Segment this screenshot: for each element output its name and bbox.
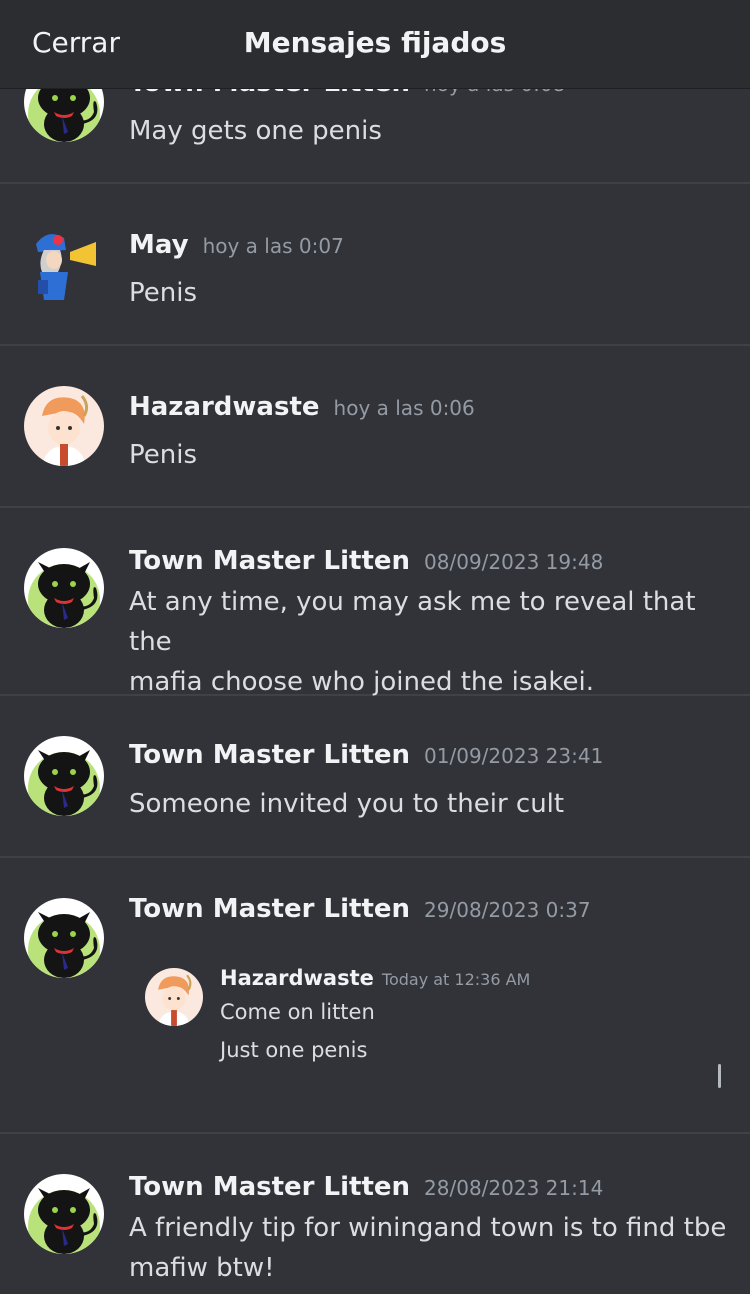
message-timestamp: 28/08/2023 21:14 [424,1176,604,1200]
message-text: Penis [129,435,729,475]
author-name[interactable]: Town Master Litten [129,894,410,924]
message-timestamp: 08/09/2023 19:48 [424,550,604,574]
message-line: mafiw btw! [129,1253,275,1283]
quoted-line: Come on litten [220,1000,375,1024]
scrollbar[interactable] [718,1064,721,1088]
avatar[interactable] [24,736,104,816]
quoted-avatar[interactable] [145,968,203,1026]
message-line: Penis [129,440,197,470]
pinned-message[interactable]: Town Master Litten 08/09/2023 19:48 At an… [0,508,750,697]
author-name[interactable]: Town Master Litten [129,740,410,770]
message-line: A friendly tip for winingand town is to … [129,1213,727,1243]
avatar[interactable] [24,386,104,466]
quoted-line: Just one penis [220,1038,368,1062]
pinned-message[interactable]: Town Master Litten 29/08/2023 0:37 Hazard… [0,858,750,1134]
author-name[interactable]: Town Master Litten [129,546,410,576]
message-line: Someone invited you to their cult [129,789,565,819]
pinned-messages-list[interactable]: Town Master Littenhoy a las 0:08 May get… [0,0,750,1294]
author-name[interactable]: Hazardwaste [129,392,320,422]
message-timestamp: 01/09/2023 23:41 [424,744,604,768]
message-author[interactable]: Town Master Litten 28/08/2023 21:14 [129,1172,603,1202]
message-line: May gets one penis [129,116,382,146]
message-text: Someone invited you to their cult [129,784,729,824]
author-name[interactable]: May [129,230,189,260]
message-text: A friendly tip for winingand town is to … [129,1208,729,1288]
header-bar: Cerrar Mensajes fijados [0,0,750,89]
avatar[interactable] [24,1174,104,1254]
message-timestamp: hoy a las 0:07 [202,234,344,258]
page-title: Mensajes fijados [243,26,507,59]
pinned-message[interactable]: Hazardwaste hoy a las 0:06 Penis [0,346,750,508]
quoted-timestamp: Today at 12:36 AM [381,970,531,989]
message-text: At any time, you may ask me to reveal th… [129,582,729,702]
message-timestamp: 29/08/2023 0:37 [424,898,591,922]
avatar[interactable] [24,898,104,978]
quoted-author-name[interactable]: Hazardwaste [220,966,374,990]
message-author[interactable]: Town Master Litten 08/09/2023 19:48 [129,546,603,576]
message-timestamp: hoy a las 0:06 [333,396,475,420]
message-line: Penis [129,278,197,308]
avatar[interactable] [24,224,104,304]
pinned-message[interactable]: May hoy a las 0:07 Penis [0,184,750,346]
author-name[interactable]: Town Master Litten [129,1172,410,1202]
pinned-message[interactable]: Town Master Litten 28/08/2023 21:14 A fri… [0,1134,750,1294]
message-author[interactable]: May hoy a las 0:07 [129,230,344,260]
message-text: May gets one penis [129,111,729,151]
message-author[interactable]: Hazardwaste hoy a las 0:06 [129,392,475,422]
message-text: Penis [129,273,729,313]
avatar[interactable] [24,548,104,628]
pinned-message[interactable]: Town Master Litten 01/09/2023 23:41 Someo… [0,696,750,858]
message-author[interactable]: Town Master Litten 01/09/2023 23:41 [129,740,603,770]
quoted-author: Hazardwaste Today at 12:36 AM [220,966,530,990]
message-author[interactable]: Town Master Litten 29/08/2023 0:37 [129,894,591,924]
message-line: At any time, you may ask me to reveal th… [129,587,696,657]
